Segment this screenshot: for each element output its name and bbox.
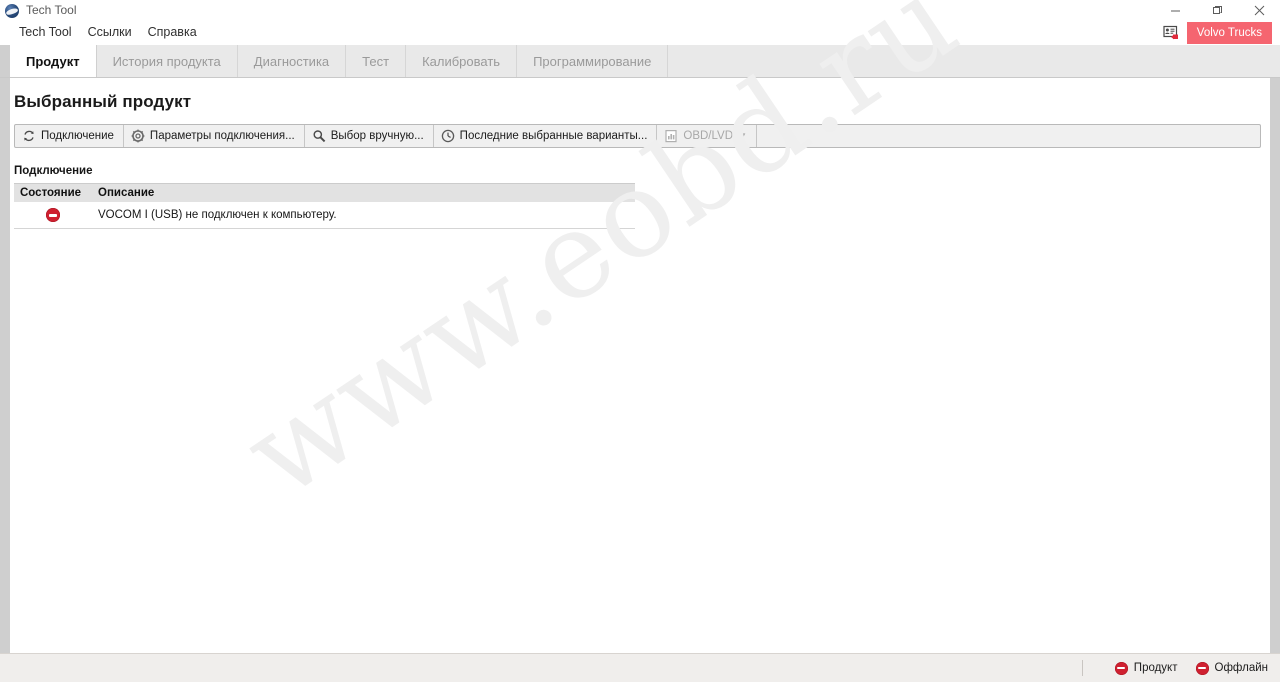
user-card-icon[interactable] [1163,25,1181,41]
status-bar-separator [1081,660,1083,676]
error-circle-icon [1114,661,1128,675]
tab-test[interactable]: Тест [346,45,407,77]
gear-icon [131,129,145,143]
toolbar-recent-selections-button[interactable]: Последние выбранные варианты... [434,125,658,147]
tab-bar-left-edge [0,45,10,77]
tab-programming[interactable]: Программирование [517,45,669,77]
close-icon[interactable] [1238,0,1280,21]
minimize-icon[interactable] [1154,0,1196,21]
toolbar-recent-selections-label: Последние выбранные варианты... [459,130,648,142]
watermark-text: www.eobd.ru [221,0,982,526]
statusbar-product[interactable]: Продукт [1114,661,1178,675]
left-edge-strip [0,78,10,653]
application-window: Tech Tool Tech Tool Ссылки Справка Volvo… [0,0,1280,682]
table-row[interactable]: VOCOM I (USB) не подключен к компьютеру. [14,202,635,229]
row-description-cell: VOCOM I (USB) не подключен к компьютеру. [98,209,337,221]
statusbar-offline[interactable]: Оффлайн [1195,661,1269,675]
toolbar-connect-label: Подключение [41,130,114,142]
chart-document-icon [664,129,678,143]
search-icon [312,129,326,143]
tab-bar-filler [668,45,1280,77]
toolbar-manual-selection-label: Выбор вручную... [330,130,424,142]
toolbar-connection-settings-button[interactable]: Параметры подключения... [124,125,305,147]
product-panel: Выбранный продукт Подключение Параметры … [10,0,1270,653]
menu-links[interactable]: Ссылки [80,22,140,44]
product-toolbar: Подключение Параметры подключения... Выб… [14,124,1261,148]
toolbar-manual-selection-button[interactable]: Выбор вручную... [305,125,434,147]
statusbar-offline-label: Оффлайн [1214,662,1269,674]
tab-diagnostics[interactable]: Диагностика [237,45,347,77]
column-header-state: Состояние [20,187,82,199]
row-status-cell [14,208,92,222]
toolbar-obd-lvd-button[interactable]: OBD/LVD ▼ [657,125,757,147]
connection-table: Состояние Описание VOCOM I (USB) не подк… [14,183,635,229]
brand-badge[interactable]: Volvo Trucks [1186,22,1272,44]
brand-area: Volvo Trucks [1163,22,1272,44]
right-edge-strip [1270,78,1280,653]
globe-icon [5,3,19,18]
chevron-down-icon: ▼ [739,131,747,140]
window-title: Tech Tool [26,3,77,17]
window-controls [1154,0,1280,21]
content-area: Выбранный продукт Подключение Параметры … [0,0,1280,653]
toolbar-connect-button[interactable]: Подключение [15,125,124,147]
menu-tech-tool[interactable]: Tech Tool [11,22,80,44]
connection-section-label: Подключение [14,165,93,177]
toolbar-empty-space [757,125,1260,147]
statusbar-product-label: Продукт [1133,662,1178,674]
table-header-row: Состояние Описание [14,183,635,202]
tab-product-history[interactable]: История продукта [96,45,238,77]
column-header-description: Описание [98,187,155,199]
toolbar-obd-lvd-label: OBD/LVD [683,130,734,142]
toolbar-connection-settings-label: Параметры подключения... [149,130,295,142]
refresh-connect-icon [22,129,36,143]
title-bar: Tech Tool [0,0,1280,21]
maximize-icon[interactable] [1196,0,1238,21]
status-bar: Продукт Оффлайн [0,653,1280,682]
menu-bar: Tech Tool Ссылки Справка [0,21,1280,45]
error-circle-icon [46,208,60,222]
error-circle-icon [1195,661,1209,675]
page-title: Выбранный продукт [14,92,192,111]
menu-help[interactable]: Справка [140,22,205,44]
tab-calibrate[interactable]: Калибровать [406,45,518,77]
tab-bar: Продукт История продукта Диагностика Тес… [0,45,1280,78]
clock-icon [441,129,455,143]
watermark: www.eobd.ru [221,0,1020,618]
tab-product[interactable]: Продукт [10,45,97,77]
